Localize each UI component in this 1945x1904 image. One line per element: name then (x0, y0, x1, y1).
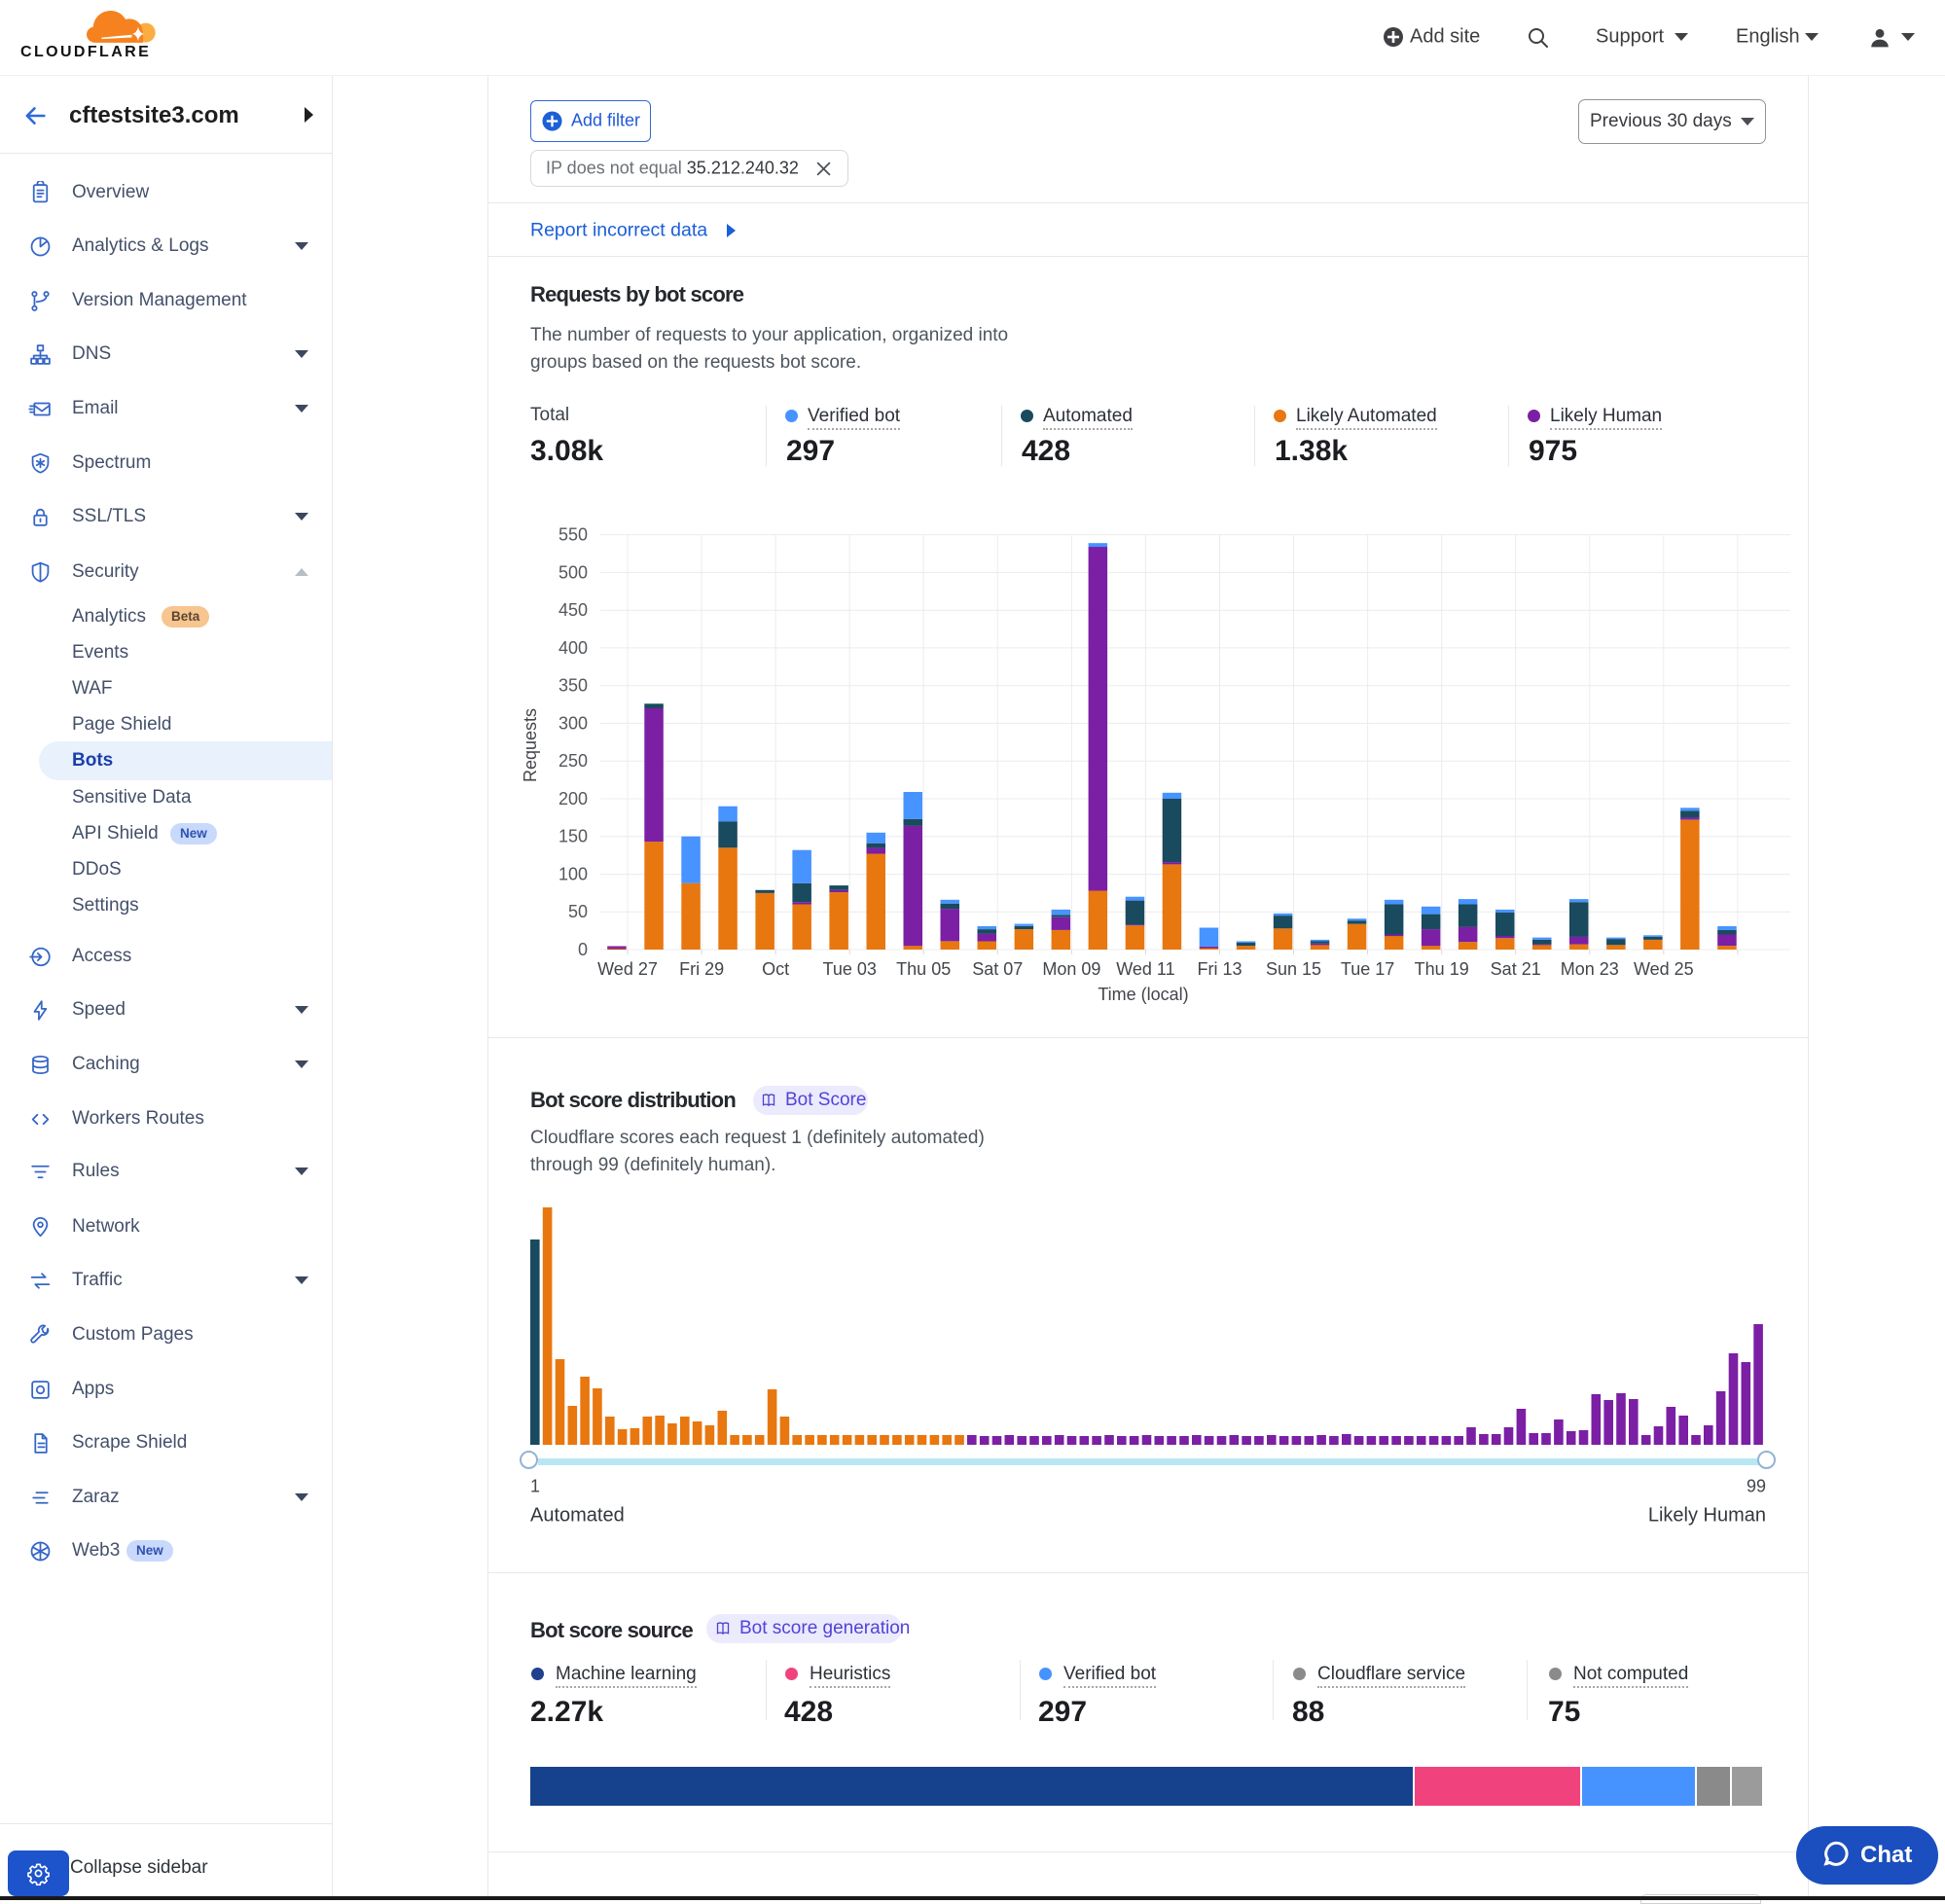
svg-text:100: 100 (558, 865, 588, 884)
svg-text:Fri 13: Fri 13 (1197, 959, 1242, 979)
svg-text:Oct: Oct (762, 959, 789, 979)
svg-text:Sat 07: Sat 07 (972, 959, 1023, 979)
svg-text:350: 350 (558, 676, 588, 696)
svg-text:500: 500 (558, 562, 588, 582)
svg-text:Tue 17: Tue 17 (1341, 959, 1394, 979)
svg-text:Thu 19: Thu 19 (1415, 959, 1469, 979)
svg-text:200: 200 (558, 789, 588, 808)
svg-text:Wed 11: Wed 11 (1116, 959, 1174, 979)
svg-text:150: 150 (558, 827, 588, 846)
svg-text:Sat 21: Sat 21 (1491, 959, 1541, 979)
svg-text:Time (local): Time (local) (1098, 985, 1188, 1004)
svg-text:0: 0 (578, 940, 588, 959)
svg-text:400: 400 (558, 638, 588, 658)
svg-text:Mon 09: Mon 09 (1042, 959, 1100, 979)
svg-text:250: 250 (558, 751, 588, 771)
svg-text:Sun 15: Sun 15 (1266, 959, 1321, 979)
svg-text:Mon 23: Mon 23 (1561, 959, 1619, 979)
svg-text:Wed 27: Wed 27 (597, 959, 658, 979)
svg-text:50: 50 (568, 902, 588, 921)
svg-text:Fri 29: Fri 29 (679, 959, 724, 979)
svg-text:Tue 03: Tue 03 (823, 959, 877, 979)
svg-text:Wed 25: Wed 25 (1634, 959, 1694, 979)
svg-text:Requests: Requests (521, 708, 540, 782)
svg-text:450: 450 (558, 600, 588, 620)
svg-text:300: 300 (558, 713, 588, 733)
svg-text:Thu 05: Thu 05 (896, 959, 951, 979)
svg-text:550: 550 (558, 525, 588, 545)
